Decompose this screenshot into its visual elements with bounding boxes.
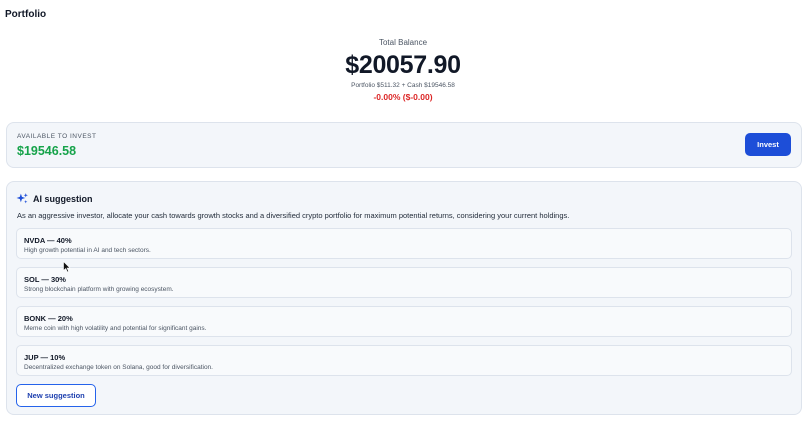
balance-breakdown: Portfolio $511.32 + Cash $19546.58 bbox=[351, 82, 455, 89]
balance-summary: Total Balance $20057.90 Portfolio $511.3… bbox=[0, 38, 806, 102]
suggestion-description: Meme coin with high volatility and poten… bbox=[24, 325, 207, 332]
page-title: Portfolio bbox=[5, 9, 47, 20]
suggestion-description: High growth potential in AI and tech sec… bbox=[24, 247, 151, 254]
ai-suggestion-card: AI suggestion As an aggressive investor,… bbox=[6, 181, 802, 415]
suggestion-title: SOL — 30% bbox=[24, 275, 66, 284]
suggestion-item: NVDA — 40% High growth potential in AI a… bbox=[16, 228, 792, 259]
ai-suggestion-title: AI suggestion bbox=[33, 193, 93, 204]
available-to-invest-amount: $19546.58 bbox=[17, 144, 77, 158]
suggestion-title: JUP — 10% bbox=[24, 353, 66, 362]
invest-button[interactable]: Invest bbox=[745, 133, 791, 156]
ai-suggestion-header: AI suggestion bbox=[16, 192, 93, 205]
ai-suggestion-description: As an aggressive investor, allocate your… bbox=[17, 211, 570, 220]
available-to-invest-card: AVAILABLE TO INVEST $19546.58 Invest bbox=[6, 122, 802, 168]
total-balance-amount: $20057.90 bbox=[345, 51, 461, 79]
total-balance-label: Total Balance bbox=[378, 38, 428, 47]
mouse-cursor-icon bbox=[63, 261, 71, 273]
suggestion-title: BONK — 20% bbox=[24, 314, 73, 323]
suggestion-item: JUP — 10% Decentralized exchange token o… bbox=[16, 345, 792, 376]
suggestion-item: BONK — 20% Meme coin with high volatilit… bbox=[16, 306, 792, 337]
suggestion-item: SOL — 30% Strong blockchain platform wit… bbox=[16, 267, 792, 298]
suggestion-title: NVDA — 40% bbox=[24, 236, 72, 245]
balance-change: -0.00% ($-0.00) bbox=[373, 92, 433, 102]
sparkle-icon bbox=[16, 193, 28, 204]
available-to-invest-label: AVAILABLE TO INVEST bbox=[17, 133, 97, 140]
suggestion-description: Strong blockchain platform with growing … bbox=[24, 286, 174, 293]
new-suggestion-button[interactable]: New suggestion bbox=[16, 384, 96, 407]
suggestion-description: Decentralized exchange token on Solana, … bbox=[24, 364, 213, 371]
